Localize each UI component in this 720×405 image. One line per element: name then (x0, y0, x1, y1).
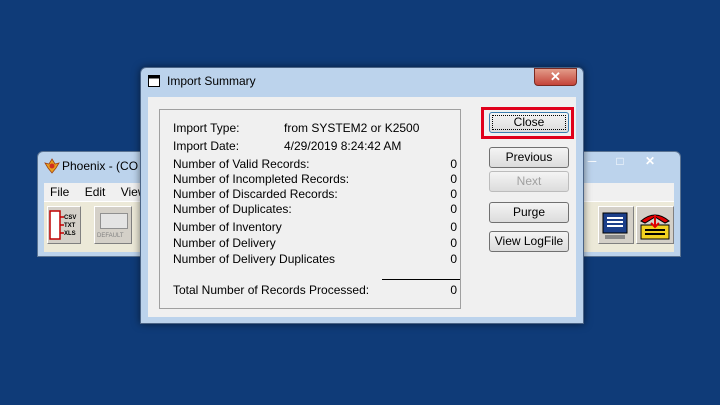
window-icon (148, 75, 160, 87)
export-icon: CSV TXT XLS (49, 210, 76, 240)
dialog-title: Import Summary (167, 74, 256, 88)
import-type-value: from SYSTEM2 or K2500 (284, 121, 420, 135)
terminal-icon[interactable] (598, 206, 634, 244)
purge-button[interactable]: Purge (489, 202, 569, 223)
close-button[interactable]: Close (489, 112, 569, 133)
svg-text:CSV: CSV (64, 215, 76, 221)
menu-file[interactable]: File (44, 183, 75, 201)
import-date-value: 4/29/2019 8:24:42 AM (284, 139, 402, 153)
svg-text:XLS: XLS (64, 231, 76, 237)
phone-icon[interactable] (636, 206, 674, 244)
default-button[interactable]: DEFAULT (94, 206, 132, 244)
maximize-icon[interactable]: □ (606, 153, 634, 170)
summary-panel: Import Type: from SYSTEM2 or K2500 Impor… (159, 109, 461, 309)
view-logfile-button[interactable]: View LogFile (489, 231, 569, 252)
export-csv-txt-xls-button[interactable]: CSV TXT XLS (47, 206, 81, 244)
next-button[interactable]: Next (489, 171, 569, 192)
close-icon[interactable]: ✕ (636, 153, 664, 170)
total-separator (382, 279, 460, 280)
dialog-client-area: Import Type: from SYSTEM2 or K2500 Impor… (148, 97, 576, 317)
phoenix-app-icon (44, 158, 60, 174)
dialog-close-icon[interactable]: ✕ (534, 68, 577, 86)
import-summary-dialog: Import Summary ✕ Import Type: from SYSTE… (140, 67, 584, 324)
svg-text:TXT: TXT (64, 223, 76, 229)
phoenix-window-title: Phoenix - (CO (62, 159, 139, 173)
menu-edit[interactable]: Edit (79, 183, 112, 201)
previous-button[interactable]: Previous (489, 147, 569, 168)
